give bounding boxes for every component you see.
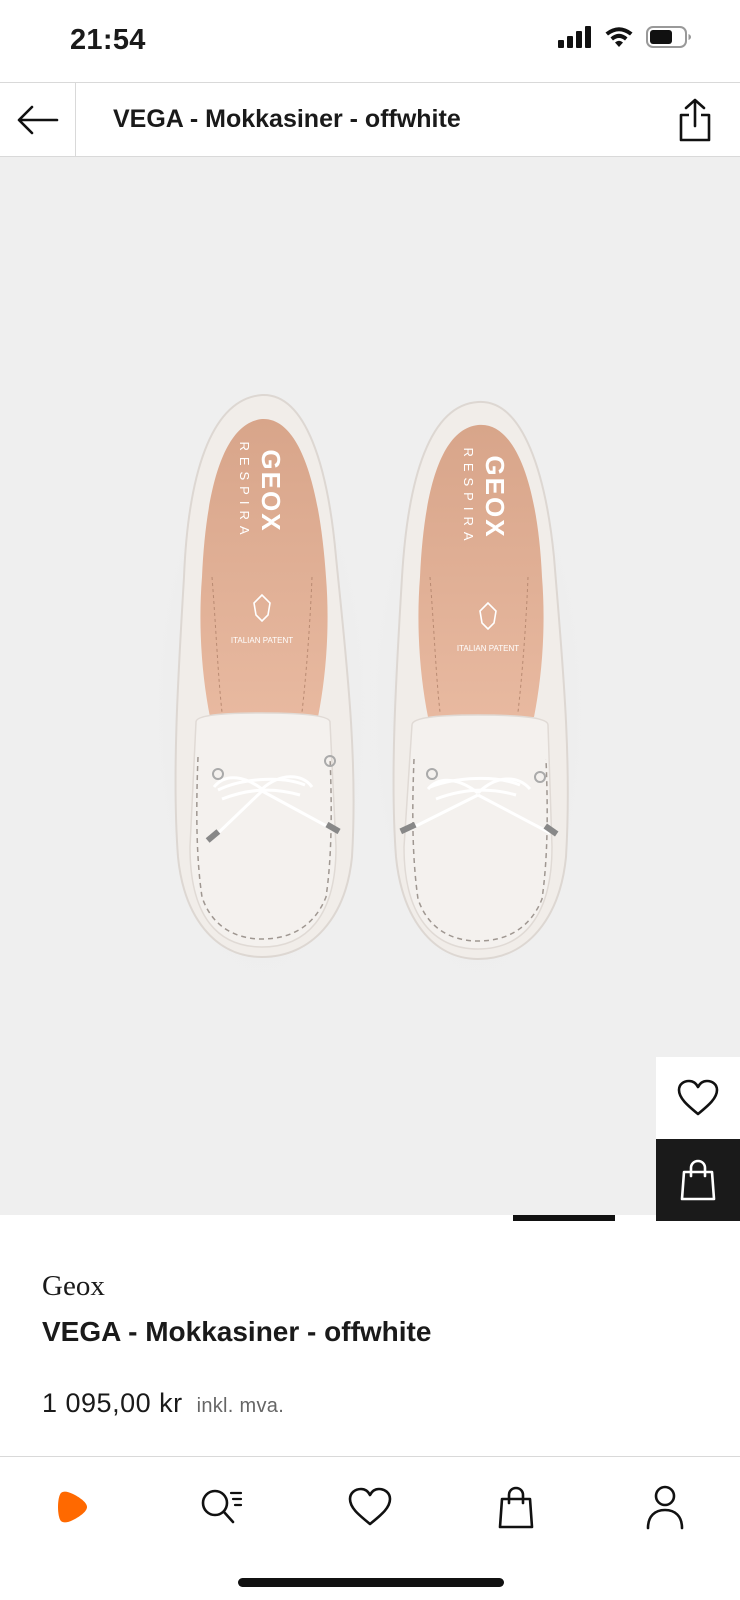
heart-icon: [348, 1487, 392, 1526]
add-to-bag-button[interactable]: [656, 1139, 740, 1221]
left-insole-brand: GEOX: [256, 449, 286, 532]
tab-search[interactable]: [191, 1477, 251, 1537]
tab-bag[interactable]: [486, 1477, 546, 1537]
shopping-bag-icon: [680, 1159, 716, 1201]
tab-home[interactable]: [43, 1477, 103, 1537]
back-button[interactable]: [0, 83, 76, 156]
product-price: 1 095,00 kr: [42, 1388, 183, 1418]
product-name: VEGA - Mokkasiner - offwhite: [42, 1316, 432, 1347]
tab-wishlist[interactable]: [340, 1477, 400, 1537]
home-indicator[interactable]: [238, 1578, 504, 1587]
status-bar: 21:54: [0, 0, 740, 82]
product-brand[interactable]: Geox: [42, 1270, 105, 1303]
wishlist-button[interactable]: [656, 1057, 740, 1139]
wifi-icon: [605, 27, 633, 47]
profile-icon: [646, 1485, 684, 1530]
vat-note: inkl. mva.: [196, 1395, 285, 1417]
zalando-logo-icon: [58, 1491, 87, 1523]
status-icons: [558, 26, 692, 48]
tab-profile[interactable]: [635, 1477, 695, 1537]
battery-icon: [646, 26, 691, 48]
page-title: VEGA - Mokkasiner - offwhite: [113, 105, 461, 133]
right-insole-brand: GEOX: [480, 455, 510, 538]
search-icon: [201, 1489, 243, 1524]
nav-header: VEGA - Mokkasiner - offwhite: [0, 82, 740, 157]
bag-icon: [498, 1486, 534, 1529]
left-insole-patent: ITALIAN PATENT: [231, 636, 293, 645]
share-button[interactable]: [670, 95, 720, 145]
carousel-indicator: [513, 1215, 615, 1221]
heart-outline-icon: [677, 1079, 719, 1116]
shoe-photo: GEOX RESPIRA ITALIAN PATENT GEOX RESPIRA…: [147, 393, 593, 1002]
arrow-left-icon: [17, 105, 58, 134]
price-row: 1 095,00 kr inkl. mva.: [42, 1388, 284, 1419]
product-image[interactable]: GEOX RESPIRA ITALIAN PATENT GEOX RESPIRA…: [0, 157, 740, 1215]
status-time: 21:54: [70, 24, 146, 56]
left-insole-sub: RESPIRA: [237, 441, 252, 540]
right-insole-sub: RESPIRA: [461, 447, 476, 546]
right-insole-patent: ITALIAN PATENT: [457, 644, 519, 653]
share-icon: [679, 98, 711, 142]
cellular-signal-icon: [558, 26, 591, 48]
right-shoe: GEOX RESPIRA ITALIAN PATENT: [392, 400, 569, 961]
